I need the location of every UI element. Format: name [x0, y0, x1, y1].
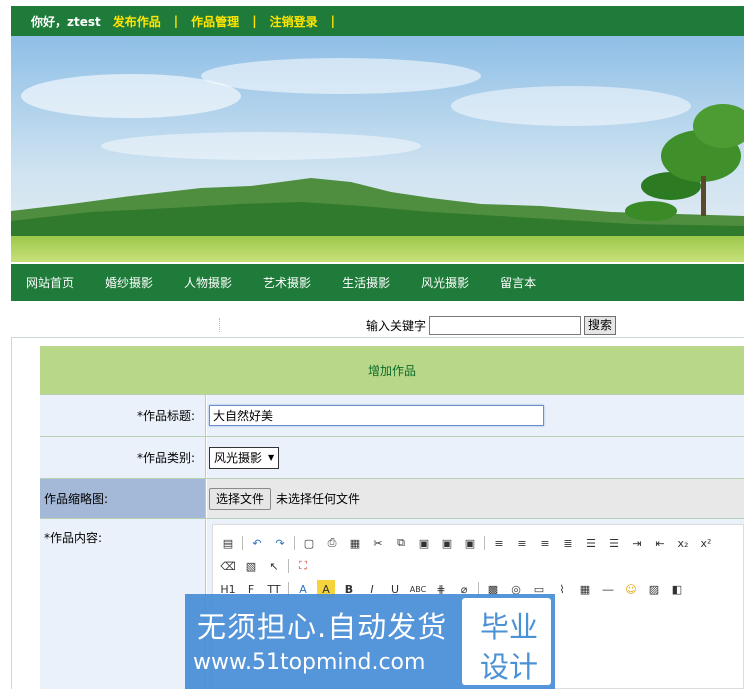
- editor-toolbar-row-1: ▤ ↶ ↷ ▢ ⎙ ▦ ✂ ⧉ ▣ ▣ ▣ ≡ ≡ ≡ ≣ ☰ ☰ ⇥ ⇤ x₂…: [219, 533, 720, 553]
- file-status: 未选择任何文件: [276, 492, 361, 506]
- watermark-left: 无须担心.自动发货 www.51topmind.com: [185, 594, 458, 689]
- manage-works-link[interactable]: 作品管理: [191, 13, 239, 30]
- toolbar-separator: [288, 559, 289, 573]
- toolbar-separator: [242, 536, 243, 550]
- thumbnail-row: 作品缩略图: 选择文件 未选择任何文件: [40, 479, 744, 519]
- nav-item-life[interactable]: 生活摄影: [342, 274, 390, 291]
- separator: |: [252, 14, 257, 28]
- watermark: 无须担心.自动发货 www.51topmind.com 毕业 设计: [185, 594, 555, 689]
- code-icon[interactable]: ◧: [668, 580, 686, 598]
- indent-icon[interactable]: ⇥: [628, 534, 646, 552]
- title-input[interactable]: [209, 405, 544, 426]
- toolbar-separator: [484, 536, 485, 550]
- justify-icon[interactable]: ≣: [559, 534, 577, 552]
- preview-icon[interactable]: ▢: [300, 534, 318, 552]
- paste-word-icon[interactable]: ▣: [461, 534, 479, 552]
- title-row: *作品标题:: [40, 395, 744, 437]
- clear-format-icon[interactable]: ⌫: [219, 557, 237, 575]
- redo-icon[interactable]: ↷: [271, 534, 289, 552]
- map-icon[interactable]: ▨: [645, 580, 663, 598]
- top-bar: 你好，ztest 发布作品 | 作品管理 | 注销登录 |: [11, 6, 744, 36]
- chevron-down-icon: ▼: [268, 453, 275, 462]
- category-label: *作品类别:: [40, 437, 206, 478]
- content-label: *作品内容:: [40, 519, 206, 689]
- align-center-icon[interactable]: ≡: [513, 534, 531, 552]
- greeting-text: 你好，: [31, 14, 68, 29]
- watermark-slogan: 无须担心.自动发货: [197, 610, 448, 644]
- category-select[interactable]: 风光摄影 ▼: [209, 446, 280, 469]
- category-row: *作品类别: 风光摄影 ▼: [40, 437, 744, 479]
- divider: [219, 318, 221, 332]
- emoticon-icon[interactable]: ☺: [622, 580, 640, 598]
- subscript-icon[interactable]: x₂: [674, 534, 692, 552]
- template-icon[interactable]: ▦: [346, 534, 364, 552]
- main-nav: 网站首页 婚纱摄影 人物摄影 艺术摄影 生活摄影 风光摄影 留言本: [11, 264, 744, 301]
- form-header: 增加作品: [40, 346, 744, 395]
- search-bar: 输入关键字 搜索: [366, 316, 617, 335]
- toolbar-separator: [294, 536, 295, 550]
- greeting: 你好，ztest: [31, 13, 101, 30]
- thumbnail-cell: 选择文件 未选择任何文件: [207, 479, 744, 518]
- search-input[interactable]: [429, 316, 582, 335]
- title-cell: [207, 395, 744, 436]
- form-heading: 增加作品: [367, 363, 416, 378]
- title-label: *作品标题:: [40, 395, 206, 436]
- search-label: 输入关键字: [366, 319, 427, 333]
- undo-icon[interactable]: ↶: [248, 534, 266, 552]
- logout-link[interactable]: 注销登录: [270, 13, 318, 30]
- separator: |: [330, 14, 335, 28]
- username: ztest: [67, 14, 101, 29]
- publish-work-link[interactable]: 发布作品: [113, 13, 161, 30]
- nav-item-wedding[interactable]: 婚纱摄影: [105, 274, 153, 291]
- cut-icon[interactable]: ✂: [369, 534, 387, 552]
- nav-item-home[interactable]: 网站首页: [26, 274, 74, 291]
- paste-icon[interactable]: ▣: [415, 534, 433, 552]
- attachment-icon[interactable]: ⌇: [553, 580, 571, 598]
- watermark-right: 毕业 设计: [458, 594, 555, 689]
- superscript-icon[interactable]: x²: [697, 534, 715, 552]
- nav-item-art[interactable]: 艺术摄影: [263, 274, 311, 291]
- align-right-icon[interactable]: ≡: [536, 534, 554, 552]
- nav-item-guestbook[interactable]: 留言本: [500, 274, 536, 291]
- table-icon[interactable]: ▦: [576, 580, 594, 598]
- fullscreen-icon[interactable]: ⛶: [294, 557, 312, 575]
- pointer-icon[interactable]: ↖: [265, 557, 283, 575]
- source-icon[interactable]: ▤: [219, 534, 237, 552]
- banner-image: [11, 36, 744, 262]
- category-cell: 风光摄影 ▼: [207, 437, 744, 478]
- editor-toolbar-row-2: ⌫ ▧ ↖ ⛶: [219, 556, 317, 576]
- select-all-icon[interactable]: ▧: [242, 557, 260, 575]
- unordered-list-icon[interactable]: ☰: [605, 534, 623, 552]
- ordered-list-icon[interactable]: ☰: [582, 534, 600, 552]
- thumbnail-label: 作品缩略图:: [40, 479, 206, 518]
- choose-file-button[interactable]: 选择文件: [209, 487, 272, 510]
- watermark-tag-line-1: 毕业: [480, 610, 539, 644]
- align-left-icon[interactable]: ≡: [490, 534, 508, 552]
- copy-icon[interactable]: ⧉: [392, 534, 410, 552]
- nav-item-scenery[interactable]: 风光摄影: [421, 274, 469, 291]
- watermark-tag: 毕业 设计: [462, 598, 551, 685]
- search-button[interactable]: 搜索: [584, 316, 617, 335]
- outdent-icon[interactable]: ⇤: [651, 534, 669, 552]
- watermark-tag-line-2: 设计: [480, 650, 539, 684]
- separator: |: [173, 14, 179, 28]
- horizontal-rule-icon[interactable]: ―: [599, 580, 617, 598]
- print-icon[interactable]: ⎙: [323, 534, 341, 552]
- paste-text-icon[interactable]: ▣: [438, 534, 456, 552]
- category-selected: 风光摄影: [214, 451, 263, 465]
- nav-item-portrait[interactable]: 人物摄影: [184, 274, 232, 291]
- watermark-url: www.51topmind.com: [193, 650, 426, 675]
